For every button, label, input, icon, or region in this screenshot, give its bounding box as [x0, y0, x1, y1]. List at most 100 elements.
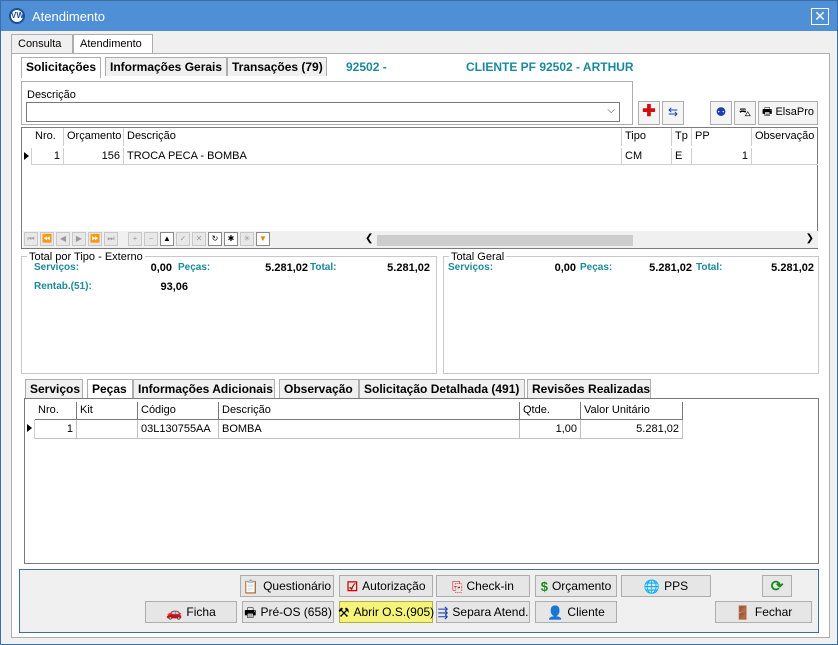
parts-header-nro[interactable]: Nro.: [35, 402, 77, 420]
parts-cell-nro[interactable]: 1: [35, 420, 77, 439]
grid-header-tipo[interactable]: Tipo: [622, 128, 672, 146]
questionario-button[interactable]: 📋 Questionário: [240, 575, 334, 597]
vw-logo-icon: VW: [9, 8, 25, 24]
person-icon: 👤: [547, 604, 564, 620]
table-cell-nro[interactable]: 1: [32, 148, 64, 165]
description-label: Descrição: [27, 89, 76, 101]
geral-servicos-value: 0,00: [554, 262, 576, 274]
tab-atendimento[interactable]: Atendimento: [73, 34, 153, 55]
last-record-icon[interactable]: ⏭: [104, 232, 118, 246]
chevron-down-icon[interactable]: ⌵: [607, 105, 615, 116]
grid-header-nro[interactable]: Nro.: [32, 128, 64, 146]
transfer-icon[interactable]: ⇆: [662, 101, 684, 125]
table-cell-orcamento[interactable]: 156: [64, 148, 124, 165]
autorizacao-button[interactable]: ☑ Autorização: [339, 575, 433, 597]
car-icon: 🚗: [166, 604, 183, 620]
checkin-button[interactable]: ⎘ Check-in: [436, 575, 530, 597]
insert-icon[interactable]: +: [128, 232, 142, 246]
parts-cell-valor[interactable]: 5.281,02: [581, 420, 683, 439]
table-cell-tp[interactable]: E: [672, 148, 692, 165]
parts-cell-qtde[interactable]: 1,00: [520, 420, 581, 439]
parts-header-qtde[interactable]: Qtde.: [520, 402, 581, 420]
split-icon: ⇶: [437, 604, 449, 620]
parts-cell-descricao[interactable]: BOMBA: [219, 420, 520, 439]
car-lift-icon[interactable]: ⛍: [734, 101, 756, 125]
tab-observacao[interactable]: Observação: [279, 379, 359, 398]
geral-pecas-value: 5.281,02: [649, 262, 692, 274]
table-cell-pp[interactable]: 1: [692, 148, 752, 165]
table-cell-tipo[interactable]: CM: [622, 148, 672, 165]
questionario-label: Questionário: [263, 579, 332, 593]
scroll-right-icon[interactable]: ❯: [806, 233, 814, 244]
ficha-label: Ficha: [186, 605, 216, 619]
next-record-icon[interactable]: ▶: [72, 232, 86, 246]
first-record-icon[interactable]: ⏮: [24, 232, 38, 246]
autorizacao-label: Autorização: [362, 579, 426, 593]
pps-label: PPS: [664, 579, 689, 593]
parts-header-descricao[interactable]: Descrição: [219, 402, 520, 420]
tab-pecas[interactable]: Peças: [87, 379, 133, 399]
scrollbar-thumb[interactable]: [377, 235, 633, 246]
tab-informacoes-adicionais[interactable]: Informações Adicionais: [133, 379, 275, 398]
total-value: 5.281,02: [387, 262, 430, 274]
cliente-button[interactable]: 👤 Cliente: [535, 601, 617, 623]
abrir-os-label: Abrir O.S.(905): [353, 605, 435, 619]
grid-header-descricao[interactable]: Descrição: [124, 128, 622, 146]
parts-header-codigo[interactable]: Código: [138, 402, 219, 420]
grid-header-observacao[interactable]: Observação: [752, 128, 818, 146]
pecas-label: Peças:: [178, 262, 211, 273]
description-combo[interactable]: ⌵: [26, 102, 620, 122]
tab-informacoes-gerais[interactable]: Informações Gerais: [105, 57, 227, 76]
fechar-button[interactable]: 🚪 Fechar: [715, 601, 812, 623]
parts-cell-codigo[interactable]: 03L130755AA: [138, 420, 219, 439]
pre-os-button[interactable]: 🖶 Pré-OS (658): [242, 601, 334, 623]
tools-icon: ⚒: [337, 604, 350, 620]
hierarchy-icon[interactable]: ⚉: [710, 101, 732, 125]
next-page-icon[interactable]: ⏩: [88, 232, 102, 246]
description-panel: Descrição ⌵: [21, 81, 633, 125]
post-icon[interactable]: ✓: [176, 232, 190, 246]
tab-solicitacoes[interactable]: Solicitações: [21, 57, 101, 78]
bookmark-icon[interactable]: ✱: [224, 232, 238, 246]
prior-record-icon[interactable]: ◀: [56, 232, 70, 246]
tab-transacoes[interactable]: Transações (79): [227, 57, 327, 76]
refresh-icon[interactable]: ↻: [208, 232, 222, 246]
title-bar[interactable]: VW Atendimento ✕: [1, 1, 837, 31]
parts-cell-kit[interactable]: [77, 420, 138, 439]
close-icon[interactable]: ✕: [811, 8, 829, 25]
cancel-icon[interactable]: ✕: [192, 232, 206, 246]
geral-total-value: 5.281,02: [771, 262, 814, 274]
table-cell-observacao[interactable]: [752, 148, 818, 165]
pps-button[interactable]: 🌐 PPS: [621, 575, 711, 597]
tab-consulta[interactable]: Consulta: [11, 34, 73, 54]
edit-up-icon[interactable]: ▲: [160, 232, 174, 246]
parts-grid[interactable]: Nro. Kit Código Descrição Qtde. Valor Un…: [24, 398, 819, 564]
abrir-os-button[interactable]: ⚒ Abrir O.S.(905): [337, 601, 435, 623]
grid-header-orcamento[interactable]: Orçamento: [64, 128, 124, 146]
filter-icon[interactable]: ▼: [256, 232, 270, 246]
parts-header-valor-unitario[interactable]: Valor Unitário: [581, 402, 683, 420]
grid-header-pp[interactable]: PP: [692, 128, 752, 146]
table-cell-descricao[interactable]: TROCA PECA - BOMBA: [124, 148, 622, 165]
action-panel: 📋 Questionário ☑ Autorização ⎘ Check-in …: [19, 569, 819, 633]
scroll-left-icon[interactable]: ❮: [365, 233, 373, 244]
refresh-button[interactable]: ⟳: [762, 575, 792, 597]
total-tipo-group: Total por Tipo - Externo Serviços: 0,00 …: [21, 251, 437, 374]
add-red-cross-icon[interactable]: ✚: [638, 101, 660, 125]
requests-grid[interactable]: Nro. Orçamento Descrição Tipo Tp PP Obse…: [21, 127, 818, 249]
ficha-button[interactable]: 🚗 Ficha: [145, 601, 237, 623]
grid-header-tp[interactable]: Tp: [672, 128, 692, 146]
goto-bookmark-icon[interactable]: ✳: [240, 232, 254, 246]
parts-row-indicator-icon: [25, 420, 35, 439]
separa-atend-button[interactable]: ⇶ Separa Atend.: [436, 601, 530, 623]
tab-servicos[interactable]: Serviços: [25, 379, 83, 398]
horizontal-scrollbar[interactable]: ❮ ❯: [357, 233, 818, 247]
prior-page-icon[interactable]: ⏪: [40, 232, 54, 246]
delete-icon[interactable]: −: [144, 232, 158, 246]
tab-solicitacao-detalhada[interactable]: Solicitação Detalhada (491): [359, 379, 525, 398]
orcamento-button[interactable]: $ Orçamento: [535, 575, 617, 597]
rentab-value: 93,06: [160, 281, 188, 293]
tab-revisoes-realizadas[interactable]: Revisões Realizadas: [527, 379, 651, 398]
elsapro-button[interactable]: 🖶 ElsaPro: [758, 101, 818, 125]
parts-header-kit[interactable]: Kit: [77, 402, 138, 420]
